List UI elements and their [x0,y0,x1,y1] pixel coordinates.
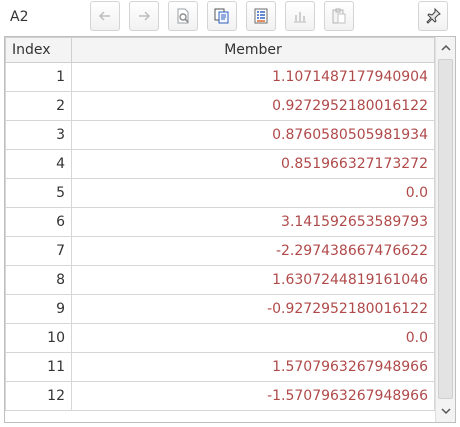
copy-button[interactable] [207,1,237,31]
table-row[interactable]: 3 0.8760580505981934 [5,120,435,150]
member-cell[interactable]: 0.9272952180016122 [71,91,435,121]
chevron-down-icon [440,408,451,415]
member-cell[interactable]: -1.5707963267948966 [71,381,435,411]
member-cell[interactable]: 0.851966327173272 [71,149,435,179]
member-cell[interactable]: 1.1071487177940904 [71,62,435,92]
table-row[interactable]: 12 -1.5707963267948966 [5,381,435,411]
index-cell[interactable]: 5 [5,178,72,208]
index-cell[interactable]: 7 [5,236,72,266]
table-row[interactable]: 2 0.9272952180016122 [5,91,435,121]
member-cell[interactable]: 1.6307244819161046 [71,265,435,295]
member-cell[interactable]: 0.0 [71,178,435,208]
table-row[interactable]: 6 3.141592653589793 [5,207,435,237]
index-cell[interactable]: 1 [5,62,72,92]
list-button[interactable] [246,1,276,31]
index-cell[interactable]: 10 [5,323,72,353]
pin-icon [426,7,441,24]
cell-reference: A2 [10,9,29,25]
toolbar: A2 [0,0,460,36]
table-row[interactable]: 7 -2.297438667476622 [5,236,435,266]
paste-icon [332,8,346,24]
table-row[interactable]: 1 1.1071487177940904 [5,62,435,92]
member-cell[interactable]: 3.141592653589793 [71,207,435,237]
forward-button[interactable] [129,1,159,31]
index-column-header[interactable]: Index [5,37,72,63]
member-cell[interactable]: -0.9272952180016122 [71,294,435,324]
member-cell[interactable]: -2.297438667476622 [71,236,435,266]
paste-button[interactable] [324,1,354,31]
index-cell[interactable]: 9 [5,294,72,324]
data-grid: Index Member 1 1.1071487177940904 2 0.92729… [4,36,456,423]
member-column-header[interactable]: Member [71,37,435,63]
copy-icon [214,8,229,24]
scrollbar-thumb[interactable] [438,59,453,399]
preview-icon [177,8,189,24]
member-table: Index Member 1 1.1071487177940904 2 0.92729… [5,37,435,411]
table-row[interactable]: 10 0.0 [5,323,435,353]
table-row[interactable]: 5 0.0 [5,178,435,208]
member-cell[interactable]: 0.8760580505981934 [71,120,435,150]
index-cell[interactable]: 4 [5,149,72,179]
chart-button[interactable] [285,1,315,31]
index-cell[interactable]: 8 [5,265,72,295]
vertical-scrollbar[interactable] [435,37,455,422]
back-button[interactable] [90,1,120,31]
chart-icon [294,12,306,23]
back-icon [98,11,110,21]
table-header-row: Index Member [5,37,435,63]
index-cell[interactable]: 12 [5,381,72,411]
list-icon [254,8,268,24]
index-cell[interactable]: 2 [5,91,72,121]
chevron-up-icon [440,44,451,51]
index-cell[interactable]: 6 [5,207,72,237]
pin-button[interactable] [418,1,448,31]
index-cell[interactable]: 11 [5,352,72,382]
member-cell[interactable]: 1.5707963267948966 [71,352,435,382]
scroll-down-arrow[interactable] [436,402,455,420]
table-row[interactable]: 4 0.851966327173272 [5,149,435,179]
table-row[interactable]: 9 -0.9272952180016122 [5,294,435,324]
member-cell[interactable]: 0.0 [71,323,435,353]
table-row[interactable]: 8 1.6307244819161046 [5,265,435,295]
preview-button[interactable] [168,1,198,31]
forward-icon [139,11,151,21]
scroll-up-arrow[interactable] [436,39,455,57]
index-cell[interactable]: 3 [5,120,72,150]
table-row[interactable]: 11 1.5707963267948966 [5,352,435,382]
